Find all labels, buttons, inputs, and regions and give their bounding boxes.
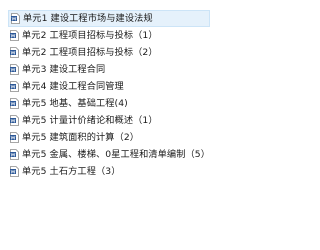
file-name: 单元1 建设工程市场与建设法规 — [23, 13, 153, 24]
file-item[interactable]: 单元1 建设工程市场与建设法规 — [8, 10, 210, 27]
file-item[interactable]: 单元4 建设工程合同管理 — [8, 78, 210, 95]
file-name: 单元2 工程项目招标与投标（1） — [22, 30, 158, 41]
file-item[interactable]: 单元5 地基、基础工程(4) — [8, 95, 210, 112]
file-item[interactable]: 单元2 工程项目招标与投标（1） — [8, 27, 210, 44]
word-doc-icon — [10, 98, 19, 109]
word-doc-icon — [10, 81, 19, 92]
word-doc-icon — [10, 149, 19, 160]
file-name: 单元5 金属、楼梯、0星工程和清单编制（5） — [22, 149, 211, 160]
word-doc-icon — [10, 132, 19, 143]
file-name: 单元5 地基、基础工程(4) — [22, 98, 128, 109]
word-doc-icon — [10, 166, 19, 177]
file-name: 单元3 建设工程合同 — [22, 64, 106, 75]
file-name: 单元5 建筑面积的计算（2） — [22, 132, 140, 143]
word-doc-icon — [10, 47, 19, 58]
file-item[interactable]: 单元5 建筑面积的计算（2） — [8, 129, 210, 146]
file-name: 单元2 工程项目招标与投标（2） — [22, 47, 158, 58]
word-doc-icon — [11, 13, 20, 24]
file-item[interactable]: 单元5 计量计价绪论和概述（1） — [8, 112, 210, 129]
file-item[interactable]: 单元5 金属、楼梯、0星工程和清单编制（5） — [8, 146, 210, 163]
file-name: 单元5 土石方工程（3） — [22, 166, 121, 177]
word-doc-icon — [10, 115, 19, 126]
word-doc-icon — [10, 30, 19, 41]
file-item[interactable]: 单元5 土石方工程（3） — [8, 163, 210, 180]
word-doc-icon — [10, 64, 19, 75]
file-list: 单元1 建设工程市场与建设法规 单元2 工程项目招标与投标（1） 单元2 工程项… — [8, 10, 210, 180]
file-name: 单元4 建设工程合同管理 — [22, 81, 124, 92]
file-item[interactable]: 单元2 工程项目招标与投标（2） — [8, 44, 210, 61]
file-item[interactable]: 单元3 建设工程合同 — [8, 61, 210, 78]
file-name: 单元5 计量计价绪论和概述（1） — [22, 115, 158, 126]
